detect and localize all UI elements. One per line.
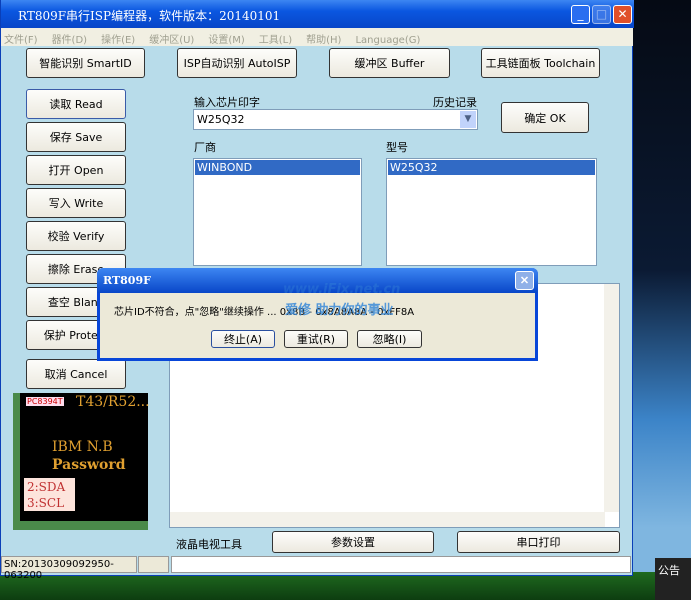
chip-tag: PC8394T — [26, 397, 64, 406]
open-button[interactable]: 打开 Open — [26, 155, 126, 185]
status-sn: SN:20130309092950-063200 — [1, 556, 137, 581]
save-button[interactable]: 保存 Save — [26, 122, 126, 152]
verify-button[interactable]: 校验 Verify — [26, 221, 126, 251]
read-button[interactable]: 读取 Read — [26, 89, 126, 119]
menu-tools[interactable]: 工具(L) — [259, 35, 292, 46]
horizontal-scrollbar[interactable] — [170, 512, 605, 527]
chip-pin1: 2:SDA — [27, 480, 66, 494]
history-label: 历史记录 — [433, 96, 477, 109]
model-item[interactable]: W25Q32 — [388, 160, 595, 175]
chip-input-label: 输入芯片印字 — [194, 96, 260, 109]
cancel-button[interactable]: 取消 Cancel — [26, 359, 126, 389]
menu-operate[interactable]: 操作(E) — [101, 35, 135, 46]
chip-image: PC8394T T43/R52... IBM N.B Password 2:SD… — [13, 393, 150, 530]
maximize-button[interactable]: □ — [592, 5, 611, 24]
vertical-scrollbar[interactable] — [604, 284, 619, 512]
chip-pin2: 3:SCL — [27, 496, 65, 510]
serial-print-button[interactable]: 串口打印 — [457, 531, 620, 553]
vendor-label: 厂商 — [194, 141, 216, 154]
autoisp-button[interactable]: ISP自动识别 AutoISP — [177, 48, 297, 78]
chip-input-combobox[interactable]: W25Q32 ▼ — [193, 109, 478, 130]
lcd-tv-tools-label: 液晶电视工具 — [176, 538, 242, 551]
desktop-background — [0, 572, 691, 600]
chip-model: T43/R52... — [76, 394, 150, 410]
dialog-close-icon[interactable]: ✕ — [515, 271, 534, 290]
smartid-button[interactable]: 智能识别 SmartID — [26, 48, 145, 78]
model-list[interactable]: W25Q32 — [386, 158, 597, 266]
menu-buffer[interactable]: 缓冲区(U) — [149, 35, 194, 46]
ok-button[interactable]: 确定 OK — [501, 102, 589, 133]
menu-device[interactable]: 器件(D) — [52, 35, 88, 46]
write-button[interactable]: 写入 Write — [26, 188, 126, 218]
notice-widget[interactable]: 公告 — [655, 558, 691, 600]
menu-help[interactable]: 帮助(H) — [306, 35, 341, 46]
chip-input-value: W25Q32 — [197, 113, 245, 126]
watermark-slogan: 爱修 助力你的事业 — [285, 303, 394, 318]
menu-settings[interactable]: 设置(M) — [208, 35, 244, 46]
menu-bar: 文件(F) 器件(D) 操作(E) 缓冲区(U) 设置(M) 工具(L) 帮助(H) Lang… — [1, 28, 633, 46]
vendor-item[interactable]: WINBOND — [195, 160, 360, 175]
menu-language[interactable]: Language(G) — [355, 35, 420, 46]
chevron-down-icon[interactable]: ▼ — [460, 111, 476, 128]
close-button[interactable]: ✕ — [613, 5, 632, 24]
buffer-button[interactable]: 缓冲区 Buffer — [329, 48, 450, 78]
abort-button[interactable]: 终止(A) — [211, 330, 275, 348]
status-panel — [138, 556, 169, 573]
vendor-list[interactable]: WINBOND — [193, 158, 362, 266]
model-label: 型号 — [386, 141, 408, 154]
watermark-url: www.iFix.net.cn — [283, 282, 401, 297]
chip-line2: Password — [52, 457, 126, 473]
dialog-title: RT809F — [103, 274, 151, 287]
window-title: RT809F串行ISP编程器，软件版本：20140101 — [18, 9, 281, 23]
toolchain-button[interactable]: 工具链面板 Toolchain — [481, 48, 600, 78]
menu-file[interactable]: 文件(F) — [4, 35, 38, 46]
params-button[interactable]: 参数设置 — [272, 531, 434, 553]
title-bar: RT809F串行ISP编程器，软件版本：20140101 — [1, 0, 634, 28]
status-progress — [171, 556, 631, 573]
chip-line1: IBM N.B — [52, 439, 113, 455]
retry-button[interactable]: 重试(R) — [284, 330, 348, 348]
error-dialog: RT809F ✕ 芯片ID不符合，点"忽略"继续操作 ... 0x8B - 0x… — [97, 268, 538, 361]
ignore-button[interactable]: 忽略(I) — [357, 330, 422, 348]
minimize-button[interactable]: _ — [571, 5, 590, 24]
